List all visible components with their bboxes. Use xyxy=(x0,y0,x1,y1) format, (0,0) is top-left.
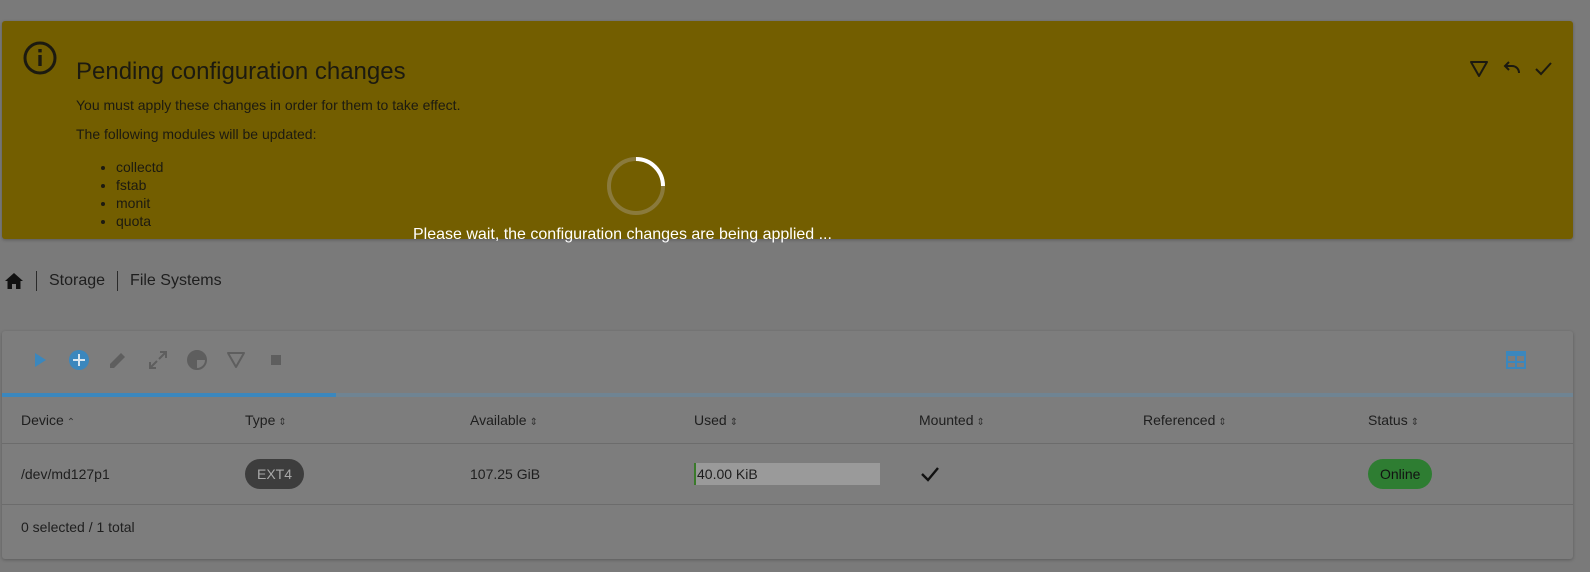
banner-actions xyxy=(1469,59,1553,79)
breadcrumb-separator xyxy=(117,271,119,291)
banner-modules-heading: The following modules will be updated: xyxy=(76,126,317,142)
column-header-used[interactable]: Used ⇕ xyxy=(694,397,738,443)
wait-message: Please wait, the configuration changes a… xyxy=(413,226,832,243)
undo-icon[interactable] xyxy=(1501,59,1521,79)
device-cell: /dev/md127p1 xyxy=(21,465,110,482)
add-circle-icon[interactable] xyxy=(67,348,91,372)
banner-message: You must apply these changes in order fo… xyxy=(76,97,461,113)
sort-icon: ⇕ xyxy=(529,417,538,428)
loading-spinner-icon xyxy=(607,157,665,215)
sort-icon: ⇕ xyxy=(1410,417,1420,428)
sort-icon: ⇕ xyxy=(1218,417,1227,428)
used-progress-fill xyxy=(694,462,696,485)
used-progress-bar: 40.00 KiB xyxy=(694,462,880,485)
column-header-type[interactable]: Type ⇕ xyxy=(245,397,287,443)
play-icon[interactable] xyxy=(28,348,52,372)
table-layout-icon[interactable] xyxy=(1504,348,1528,372)
check-icon xyxy=(921,466,939,482)
breadcrumb-separator xyxy=(36,271,37,291)
used-cell: 40.00 KiB xyxy=(694,443,880,504)
banner-title: Pending configuration changes xyxy=(76,58,406,85)
list-item: monit xyxy=(116,194,163,212)
status-badge: Online xyxy=(1368,458,1433,489)
column-header-status[interactable]: Status ⇕ xyxy=(1368,397,1419,443)
available-cell: 107.25 GiB xyxy=(470,465,541,482)
sort-icon: ⇕ xyxy=(976,417,985,428)
pending-changes-banner: Pending configuration changes You must a… xyxy=(2,21,1573,239)
modules-list: collectd fstab monit quota xyxy=(76,158,163,230)
table-row[interactable]: /dev/md127p1 EXT4 107.25 GiB 40.00 KiB O… xyxy=(2,443,1573,505)
column-header-available[interactable]: Available ⇕ xyxy=(470,397,538,443)
breadcrumb: Storage File Systems xyxy=(4,271,222,291)
status-cell: Online xyxy=(1368,443,1433,504)
edit-icon[interactable] xyxy=(106,348,130,372)
home-icon[interactable] xyxy=(4,271,24,291)
breadcrumb-item-file-systems[interactable]: File Systems xyxy=(130,272,222,290)
column-header-referenced[interactable]: Referenced ⇕ xyxy=(1143,397,1227,443)
expand-icon[interactable] xyxy=(146,348,170,372)
toolbar xyxy=(2,331,1573,393)
list-item: collectd xyxy=(116,158,163,176)
column-header-device[interactable]: Device ⌃ xyxy=(21,397,75,443)
column-header-mounted[interactable]: Mounted ⇕ xyxy=(919,397,985,443)
used-value: 40.00 KiB xyxy=(697,465,758,482)
info-icon xyxy=(23,41,57,75)
table-header: Device ⌃ Type ⇕ Available ⇕ Used ⇕ Mounted ⇕ … xyxy=(2,397,1573,444)
file-systems-card: Device ⌃ Type ⇕ Available ⇕ Used ⇕ Mounted ⇕ … xyxy=(2,331,1573,559)
sort-icon: ⇕ xyxy=(729,417,739,428)
sort-icon: ⇕ xyxy=(278,417,287,428)
pie-chart-icon[interactable] xyxy=(185,348,209,372)
list-item: quota xyxy=(116,212,163,230)
sort-asc-icon: ⌃ xyxy=(66,417,76,428)
check-icon[interactable] xyxy=(1533,59,1553,79)
stop-icon[interactable] xyxy=(264,348,288,372)
type-cell: EXT4 xyxy=(245,443,305,504)
mounted-cell xyxy=(919,443,941,504)
filter-icon[interactable] xyxy=(224,348,248,372)
breadcrumb-item-storage[interactable]: Storage xyxy=(49,272,105,290)
filter-icon[interactable] xyxy=(1469,59,1489,79)
selection-summary: 0 selected / 1 total xyxy=(21,519,135,535)
list-item: fstab xyxy=(116,176,163,194)
type-chip: EXT4 xyxy=(245,458,305,489)
